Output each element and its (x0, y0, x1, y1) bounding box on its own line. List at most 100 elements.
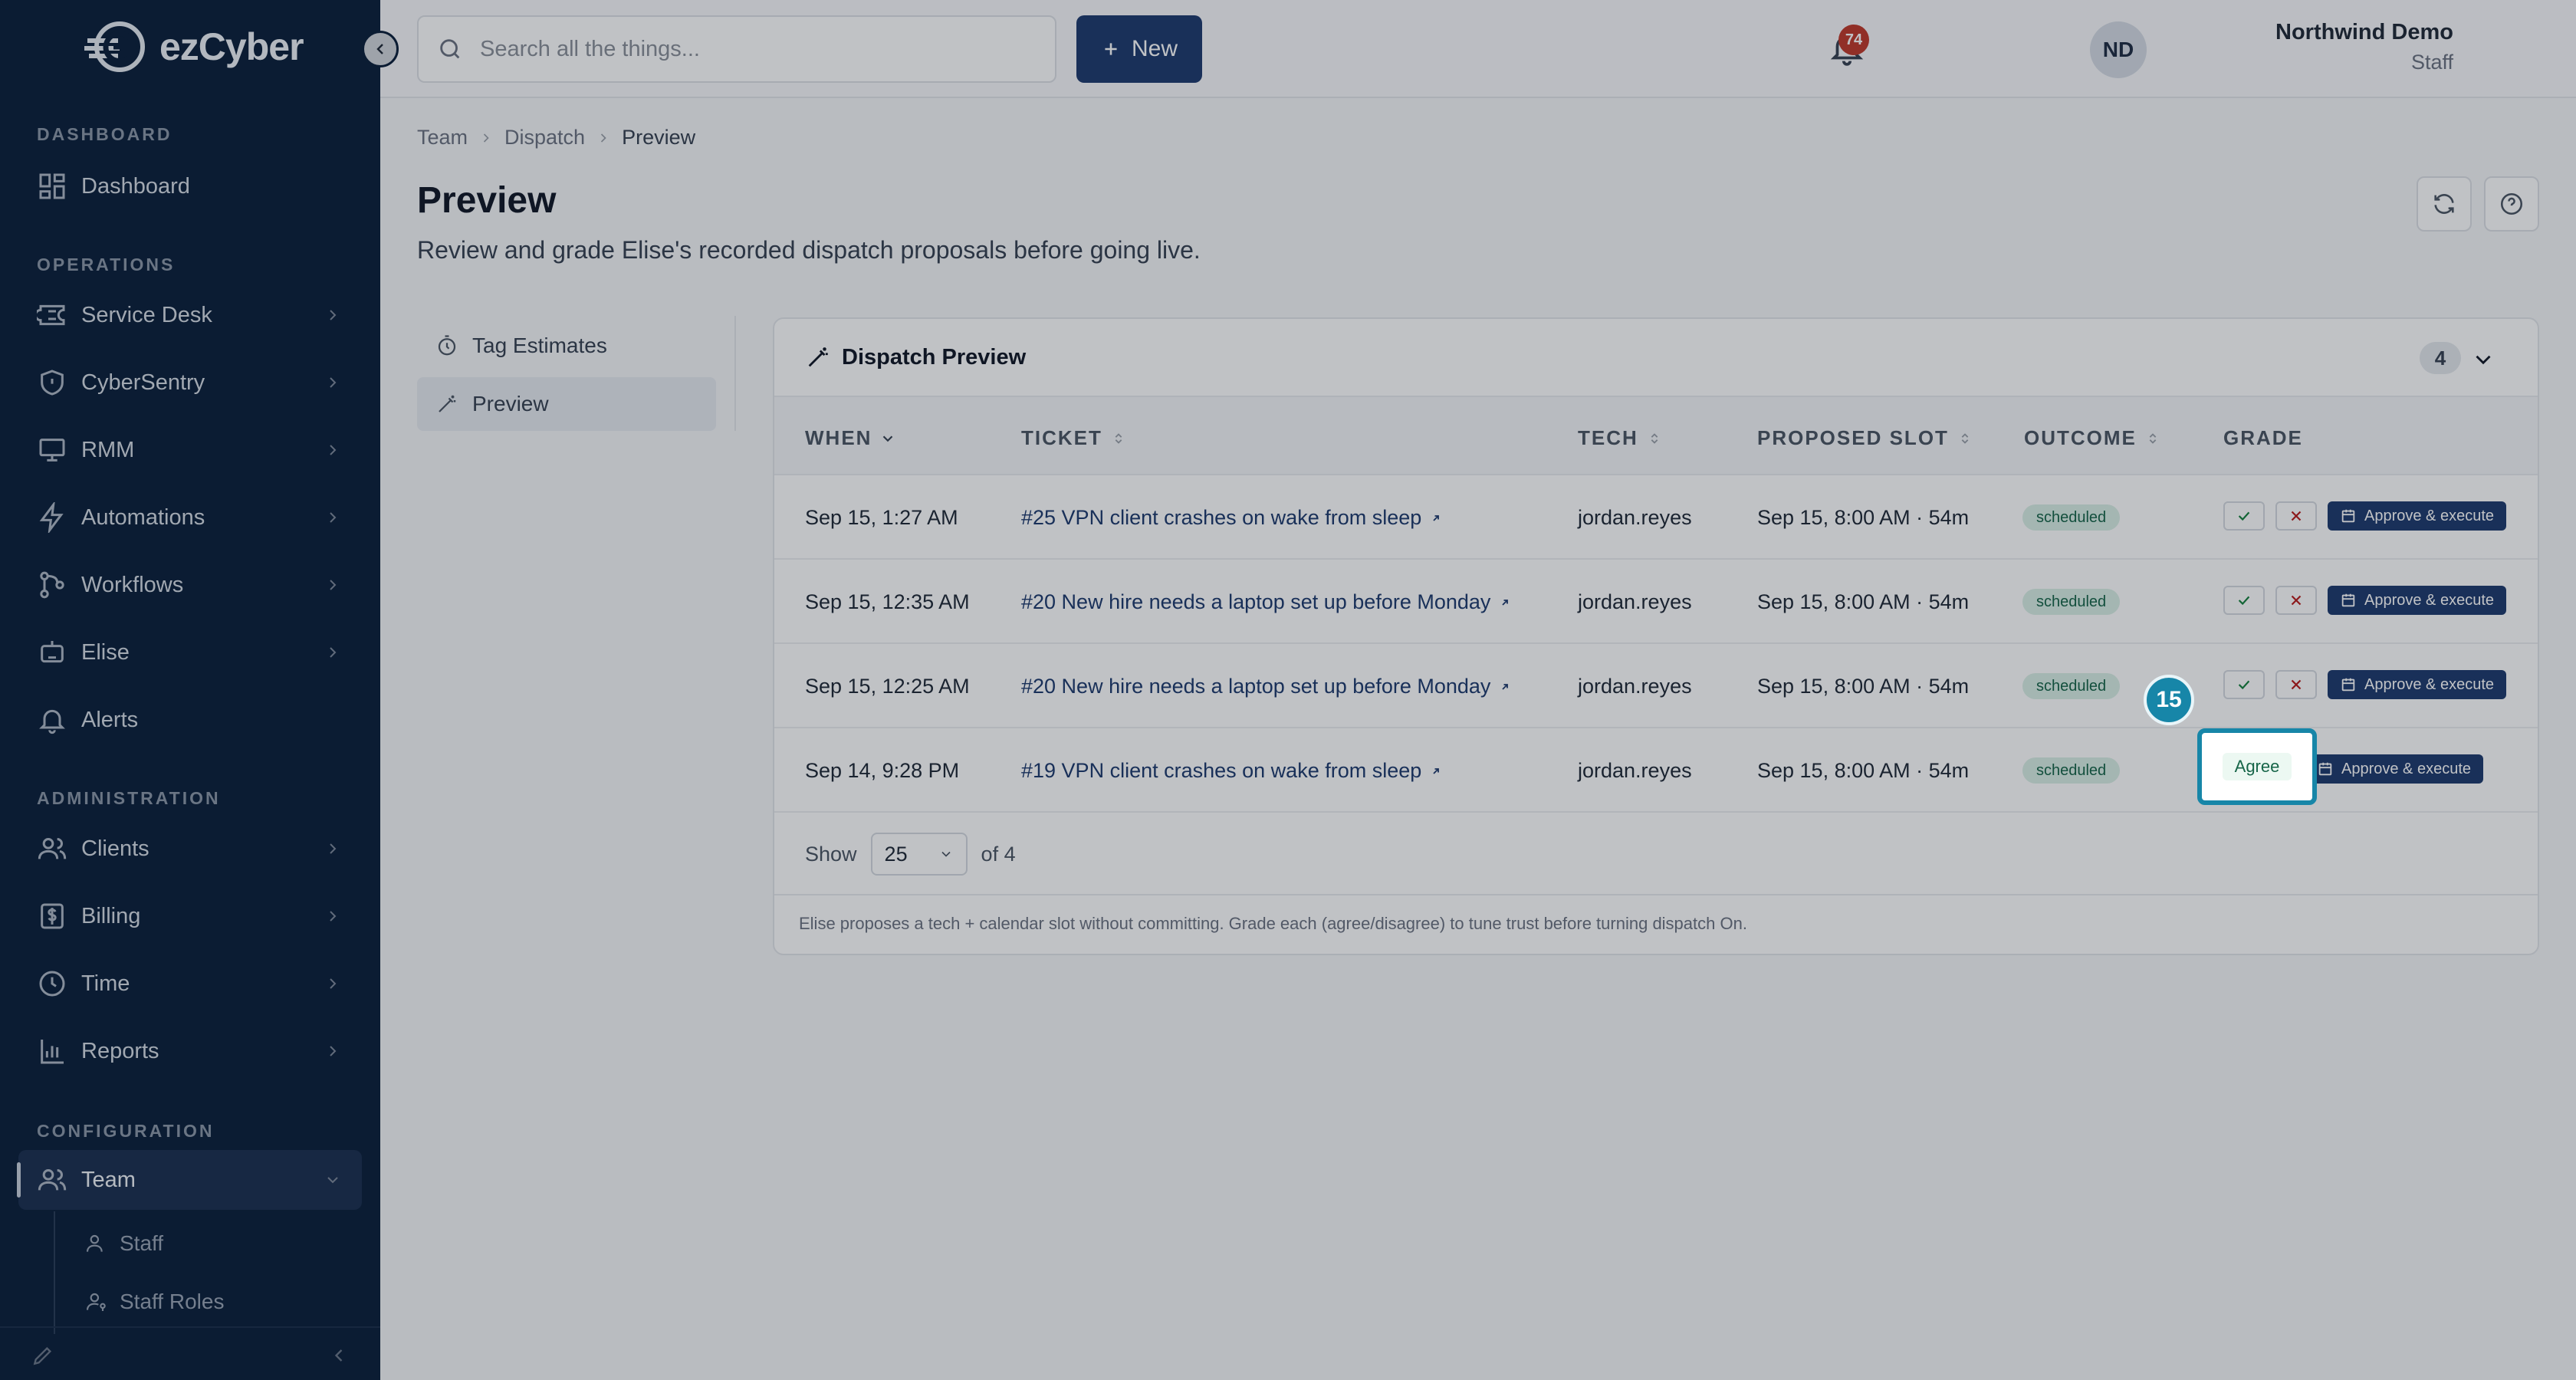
dispatch-preview-card: Dispatch Preview 4 WHEN TICKET TECH PROP… (773, 317, 2539, 955)
agree-button[interactable] (2223, 670, 2265, 699)
sidebar-item-alerts[interactable]: Alerts (18, 690, 362, 750)
column-label: PROPOSED SLOT (1757, 426, 1949, 449)
ticket-link[interactable]: #19 VPN client crashes on wake from slee… (1021, 759, 1443, 783)
sidebar-subitem-staff[interactable]: Staff (84, 1231, 163, 1256)
cell-when: Sep 14, 9:28 PM (805, 759, 960, 782)
ticket-link[interactable]: #25 VPN client crashes on wake from slee… (1021, 506, 1443, 530)
approve-execute-button[interactable]: Approve & execute (2305, 754, 2483, 784)
column-ticket[interactable]: TICKET (1021, 426, 1127, 450)
chevron-right-icon (330, 911, 337, 922)
calendar-icon (2341, 678, 2355, 692)
collapse-left-icon[interactable] (328, 1345, 350, 1366)
sidebar-item-label: Time (81, 971, 130, 996)
help-button[interactable] (2484, 176, 2539, 232)
ticket-link[interactable]: #20 New hire needs a laptop set up befor… (1021, 590, 1512, 614)
search-input[interactable] (480, 36, 1017, 62)
approve-execute-button[interactable]: Approve & execute (2328, 586, 2506, 615)
avatar[interactable]: ND (2090, 21, 2147, 78)
cell-proposed-slot: Sep 15, 8:00 AM · 54m (1757, 590, 1970, 613)
sidebar-subitem-staff-roles[interactable]: Staff Roles (84, 1290, 224, 1314)
dollar-icon (41, 903, 64, 929)
shield-icon (41, 370, 64, 396)
page-size-value: 25 (884, 842, 908, 866)
chevron-down-icon[interactable] (2470, 347, 2496, 373)
sidebar-item-dashboard[interactable]: Dashboard (18, 156, 362, 216)
breadcrumb-dispatch[interactable]: Dispatch (504, 126, 585, 150)
sidebar-item-label: Billing (81, 903, 141, 928)
breadcrumb-team[interactable]: Team (417, 126, 468, 150)
chevron-right-icon (483, 133, 489, 143)
sidebar-item-elise[interactable]: Elise (18, 623, 362, 682)
sidebar-item-automations[interactable]: Automations (18, 488, 362, 547)
user-role: Staff (2410, 51, 2453, 74)
ticket-label: #19 VPN client crashes on wake from slee… (1021, 759, 1422, 782)
agree-button[interactable]: Agree (2222, 753, 2292, 780)
sidebar-item-team[interactable]: Team (17, 1150, 362, 1210)
card-header[interactable]: Dispatch Preview 4 (774, 319, 2538, 396)
subnav-label: Preview (472, 392, 549, 416)
chevron-right-icon (330, 310, 337, 320)
sidebar-item-rmm[interactable]: RMM (18, 420, 362, 480)
disagree-button[interactable] (2275, 670, 2317, 699)
breadcrumb-current: Preview (622, 126, 696, 149)
new-button[interactable]: New (1076, 15, 1202, 83)
column-proposed-slot[interactable]: PROPOSED SLOT (1757, 426, 1973, 450)
section-label-dashboard: DASHBOARD (37, 124, 172, 144)
notification-count-badge: 74 (1838, 25, 1869, 55)
approve-execute-label: Approve & execute (2364, 675, 2494, 693)
sidebar-item-time[interactable]: Time (18, 954, 362, 1014)
outcome-badge: scheduled (2022, 504, 2121, 531)
search-box[interactable] (417, 15, 1056, 83)
logo-text: ezCyber (159, 25, 304, 68)
sidebar-item-workflows[interactable]: Workflows (18, 555, 362, 615)
sidebar-collapse-button[interactable] (362, 31, 399, 67)
approve-execute-button[interactable]: Approve & execute (2328, 501, 2506, 531)
sidebar-subitem-label: Staff (120, 1231, 164, 1255)
section-label-configuration: CONFIGURATION (37, 1121, 215, 1141)
chevron-right-icon (600, 133, 606, 143)
ticket-label: #25 VPN client crashes on wake from slee… (1021, 506, 1422, 529)
sidebar-item-service-desk[interactable]: Service Desk (18, 285, 362, 345)
calendar-icon (2341, 509, 2355, 523)
subnav-preview[interactable]: Preview (417, 377, 716, 431)
column-outcome[interactable]: OUTCOME (2024, 426, 2161, 450)
sidebar-item-billing[interactable]: Billing (18, 886, 362, 946)
new-button-label: New (1131, 36, 1178, 61)
refresh-button[interactable] (2417, 176, 2472, 232)
bolt-icon (39, 502, 64, 533)
sidebar-item-label: Team (81, 1167, 136, 1192)
sort-icon (1115, 432, 1122, 444)
subnav-tag-estimates[interactable]: Tag Estimates (417, 319, 716, 373)
agree-button[interactable] (2223, 501, 2265, 531)
chevron-right-icon (330, 647, 337, 658)
sidebar-item-cybersentry[interactable]: CyberSentry (18, 353, 362, 412)
disagree-button[interactable] (2275, 501, 2317, 531)
table-row: Sep 15, 1:27 AM #25 VPN client crashes o… (774, 475, 2538, 560)
column-when[interactable]: WHEN (805, 426, 896, 450)
tour-highlight[interactable]: Agree (2197, 728, 2317, 805)
bell-icon (39, 709, 65, 734)
pencil-icon[interactable] (31, 1343, 55, 1368)
cell-when: Sep 15, 12:35 AM (805, 590, 970, 613)
count-badge: 4 (2420, 342, 2461, 374)
external-link-icon (1502, 599, 1509, 606)
pagination-bar: Show 25 of 4 (774, 814, 2538, 895)
sidebar-item-clients[interactable]: Clients (18, 819, 362, 879)
cell-tech: jordan.reyes (1578, 759, 1692, 782)
agree-button[interactable] (2223, 586, 2265, 615)
subnav-label: Tag Estimates (472, 334, 607, 357)
app-logo[interactable]: ezCyber (83, 20, 304, 74)
page-size-select[interactable]: 25 (870, 833, 968, 876)
disagree-button[interactable] (2275, 586, 2317, 615)
cell-tech: jordan.reyes (1578, 506, 1692, 529)
logo-icon (84, 21, 145, 72)
sidebar-item-reports[interactable]: Reports (18, 1021, 362, 1081)
chart-icon (41, 1040, 64, 1064)
approve-execute-label: Approve & execute (2364, 507, 2494, 524)
ticket-link[interactable]: #20 New hire needs a laptop set up befor… (1021, 675, 1512, 698)
column-tech[interactable]: TECH (1578, 426, 1663, 450)
approve-execute-button[interactable]: Approve & execute (2328, 670, 2506, 699)
total-count: of 4 (981, 842, 1016, 866)
section-label-operations: OPERATIONS (37, 255, 176, 274)
team-icon (38, 1169, 67, 1191)
